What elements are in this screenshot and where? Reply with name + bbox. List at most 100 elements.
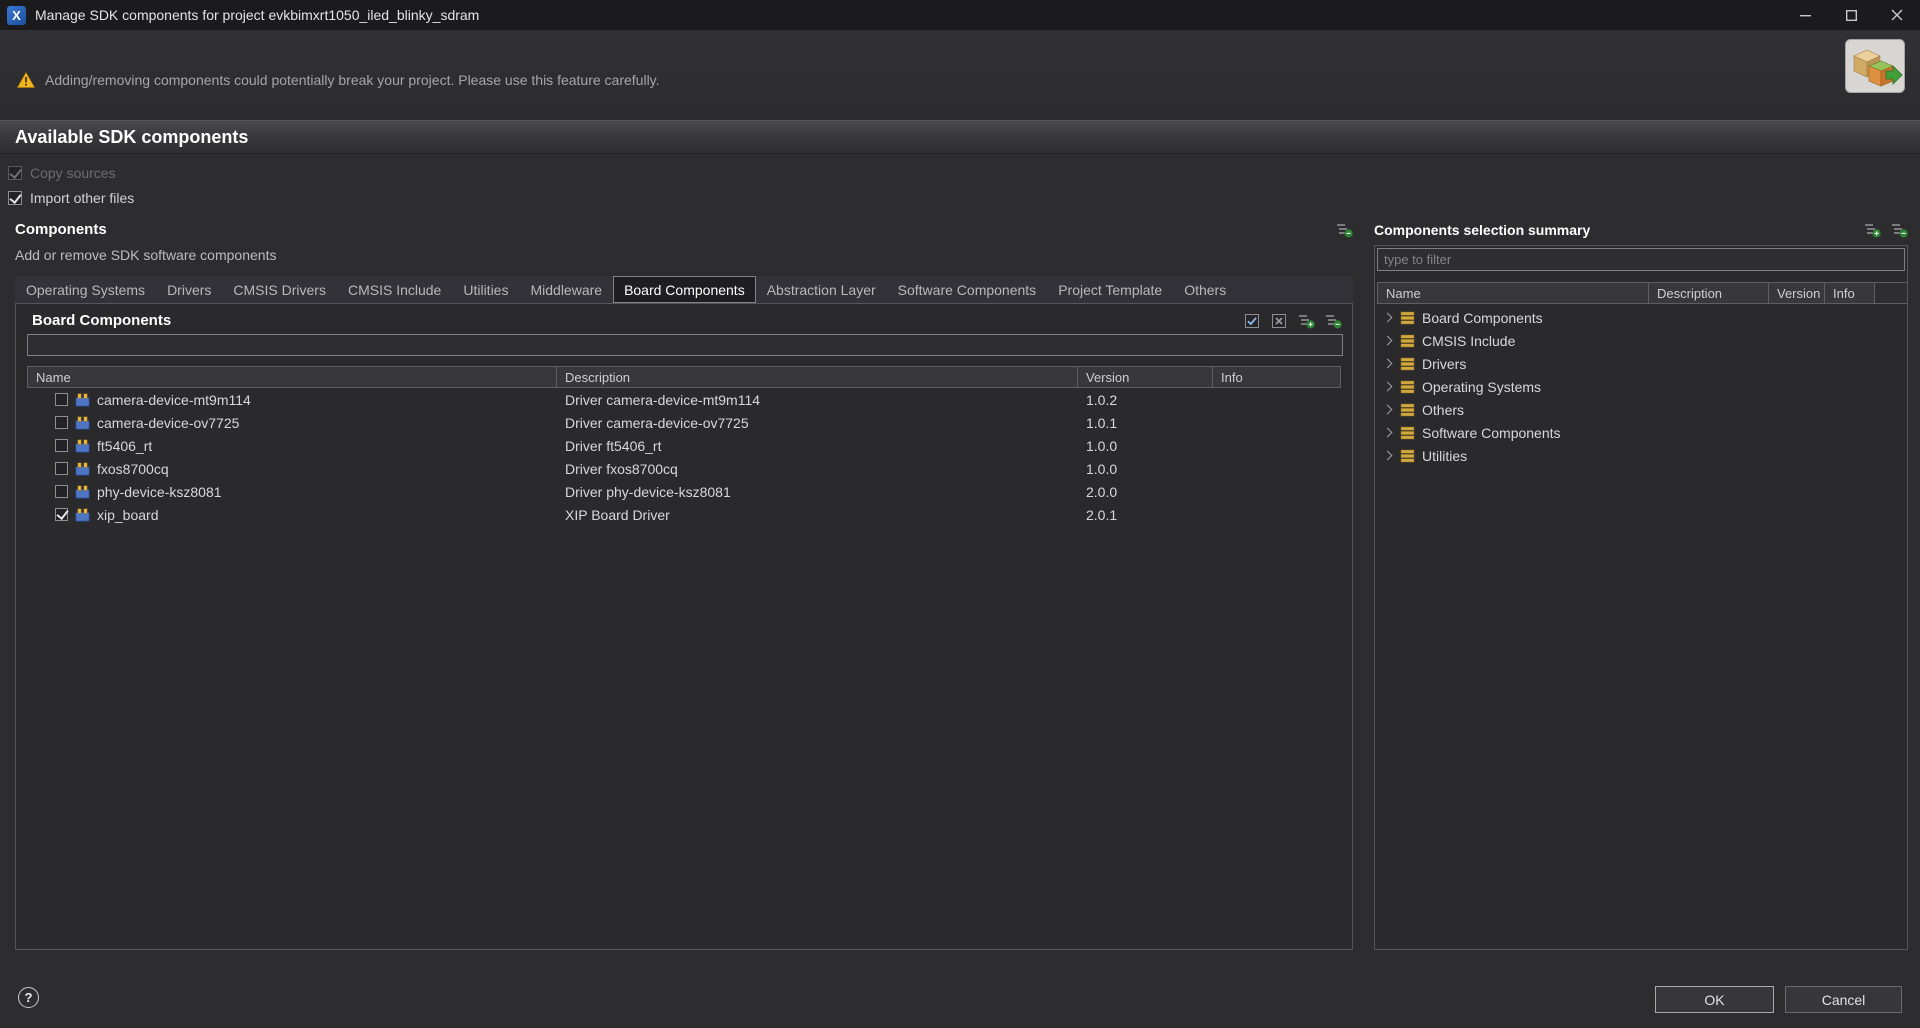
component-row[interactable]: ft5406_rt Driver ft5406_rt 1.0.0	[27, 434, 1343, 457]
chevron-right-icon[interactable]	[1382, 335, 1393, 346]
component-checkbox[interactable]	[55, 485, 68, 498]
option-checkbox[interactable]	[8, 190, 22, 205]
summary-tree: Board Components CMSIS Include Drivers O…	[1377, 306, 1905, 467]
components-filter-input[interactable]	[27, 334, 1343, 356]
chevron-right-icon[interactable]	[1382, 312, 1393, 323]
component-icon	[75, 485, 90, 499]
select-all-icon	[1245, 313, 1259, 328]
column-header-version[interactable]: Version	[1078, 366, 1213, 388]
selection-summary-panel: Name Description Version Info Board Comp…	[1374, 245, 1908, 950]
component-row[interactable]: xip_board XIP Board Driver 2.0.1	[27, 503, 1343, 526]
maximize-icon	[1845, 9, 1857, 21]
option-row[interactable]: Import other files	[8, 185, 134, 210]
component-checkbox[interactable]	[55, 462, 68, 475]
category-tab[interactable]: CMSIS Include	[337, 276, 452, 303]
component-name: xip_board	[97, 506, 159, 523]
column-header-description[interactable]: Description	[557, 366, 1078, 388]
column-header-name[interactable]: Name	[1377, 282, 1649, 304]
summary-category-row[interactable]: Others	[1377, 398, 1905, 421]
chevron-right-icon[interactable]	[1382, 404, 1393, 415]
summary-category-row[interactable]: Operating Systems	[1377, 375, 1905, 398]
component-description: Driver phy-device-ksz8081	[565, 483, 731, 500]
help-button[interactable]: ?	[18, 987, 39, 1008]
component-checkbox[interactable]	[55, 416, 68, 429]
tab-label: Software Components	[897, 281, 1037, 298]
category-tab[interactable]: CMSIS Drivers	[222, 276, 337, 303]
category-icon	[1400, 357, 1415, 370]
component-version: 1.0.0	[1086, 460, 1118, 477]
chevron-right-icon[interactable]	[1382, 450, 1393, 461]
minimize-button[interactable]	[1782, 0, 1828, 30]
chevron-right-icon[interactable]	[1382, 427, 1393, 438]
category-tab[interactable]: Drivers	[156, 276, 222, 303]
app-logo-icon: X	[7, 5, 26, 25]
category-icon	[1400, 426, 1415, 439]
cancel-button[interactable]: Cancel	[1785, 986, 1902, 1013]
column-header-name[interactable]: Name	[27, 366, 557, 388]
category-tab[interactable]: Others	[1173, 276, 1237, 303]
component-row[interactable]: fxos8700cq Driver fxos8700cq 1.0.0	[27, 457, 1343, 480]
summary-toolbar	[1863, 221, 1908, 238]
tab-label: Abstraction Layer	[766, 281, 876, 298]
component-icon	[75, 462, 90, 476]
summary-category-row[interactable]: Board Components	[1377, 306, 1905, 329]
component-icon	[75, 439, 90, 453]
column-header-info[interactable]: Info	[1213, 366, 1341, 388]
summary-table: Name Description Version Info	[1377, 282, 1907, 304]
summary-category-row[interactable]: Utilities	[1377, 444, 1905, 467]
category-tab[interactable]: Project Template	[1047, 276, 1173, 303]
window-title: Manage SDK components for project evkbim…	[35, 7, 480, 23]
close-button[interactable]	[1874, 0, 1920, 30]
chevron-right-icon[interactable]	[1382, 381, 1393, 392]
help-icon: ?	[24, 990, 33, 1005]
component-version: 2.0.0	[1086, 483, 1118, 500]
summary-expand-all-button[interactable]	[1863, 221, 1881, 238]
chevron-right-icon[interactable]	[1382, 358, 1393, 369]
summary-filter-input[interactable]	[1377, 248, 1905, 271]
components-subtitle: Add or remove SDK software components	[15, 247, 277, 263]
category-tab[interactable]: Board Components	[613, 276, 756, 303]
component-row[interactable]: camera-device-ov7725 Driver camera-devic…	[27, 411, 1343, 434]
minimize-icon	[1799, 14, 1811, 16]
maximize-button[interactable]	[1828, 0, 1874, 30]
tab-label: Others	[1184, 281, 1227, 298]
component-name: camera-device-mt9m114	[97, 391, 251, 408]
category-tab[interactable]: Abstraction Layer	[756, 276, 887, 303]
column-header-info[interactable]: Info	[1825, 282, 1875, 304]
column-header-version[interactable]: Version	[1769, 282, 1825, 304]
summary-collapse-all-button[interactable]	[1890, 221, 1908, 238]
option-checkbox[interactable]	[8, 165, 22, 180]
component-checkbox[interactable]	[55, 393, 68, 406]
column-header-description[interactable]: Description	[1649, 282, 1769, 304]
ok-button[interactable]: OK	[1655, 986, 1774, 1013]
component-row[interactable]: camera-device-mt9m114 Driver camera-devi…	[27, 388, 1343, 411]
category-tab[interactable]: Operating Systems	[15, 276, 156, 303]
summary-category-row[interactable]: Drivers	[1377, 352, 1905, 375]
component-checkbox[interactable]	[55, 439, 68, 452]
deselect-all-button[interactable]	[1270, 312, 1288, 329]
component-icon	[75, 508, 90, 522]
expand-all-button[interactable]	[1297, 312, 1315, 329]
summary-category-row[interactable]: CMSIS Include	[1377, 329, 1905, 352]
summary-category-row[interactable]: Software Components	[1377, 421, 1905, 444]
banner: Adding/removing components could potenti…	[0, 30, 1920, 120]
tab-label: CMSIS Drivers	[233, 281, 326, 298]
component-name: fxos8700cq	[97, 460, 169, 477]
component-row[interactable]: phy-device-ksz8081 Driver phy-device-ksz…	[27, 480, 1343, 503]
collapse-all-button[interactable]	[1324, 312, 1342, 329]
summary-title: Components selection summary	[1374, 221, 1591, 238]
category-icon	[1400, 334, 1415, 347]
category-tab[interactable]: Software Components	[887, 276, 1048, 303]
component-checkbox[interactable]	[55, 508, 68, 521]
collapse-panel-button[interactable]	[1335, 221, 1353, 238]
category-tab[interactable]: Utilities	[452, 276, 519, 303]
select-all-button[interactable]	[1243, 312, 1261, 329]
category-tab[interactable]: Middleware	[519, 276, 613, 303]
tab-label: Middleware	[530, 281, 603, 298]
component-version: 2.0.1	[1086, 506, 1118, 523]
collapse-all-icon	[1325, 314, 1342, 328]
component-description: Driver camera-device-ov7725	[565, 414, 749, 431]
category-label: CMSIS Include	[1422, 332, 1516, 349]
option-row[interactable]: Copy sources	[8, 160, 134, 185]
component-description: Driver fxos8700cq	[565, 460, 678, 477]
